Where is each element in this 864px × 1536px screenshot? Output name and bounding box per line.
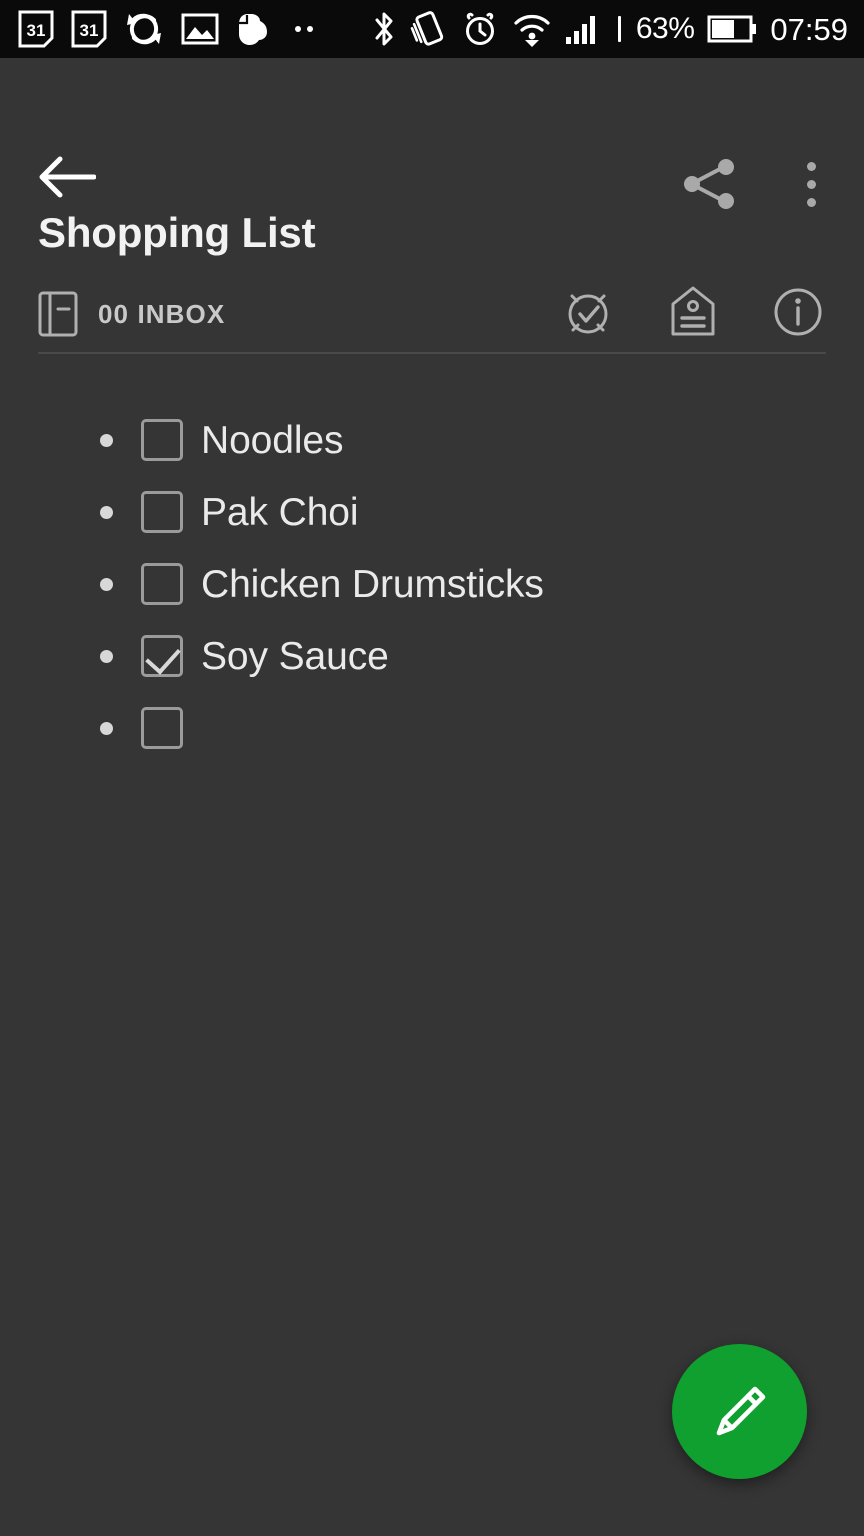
back-button[interactable]	[38, 154, 97, 200]
reminder-icon	[568, 294, 608, 333]
meta-divider	[38, 352, 826, 354]
checklist-item-label: Soy Sauce	[201, 634, 389, 678]
checklist-item-label: Noodles	[201, 418, 344, 462]
tag-icon	[671, 286, 715, 335]
back-arrow-icon	[39, 156, 97, 198]
status-bar: 31 31 63% 07:59	[0, 0, 864, 58]
image-icon	[181, 13, 219, 45]
note-meta-actions	[560, 284, 826, 345]
svg-text:31: 31	[27, 21, 46, 40]
note-checklist: Noodles Pak Choi Chicken Drumsticks Soy …	[0, 404, 864, 764]
checklist-item-label: Pak Choi	[201, 490, 359, 534]
info-icon	[774, 288, 822, 335]
checkbox-empty[interactable]	[141, 707, 183, 749]
bullet-icon	[100, 505, 113, 519]
checkbox-chicken-drumsticks[interactable]	[141, 563, 183, 605]
reminder-button[interactable]	[560, 284, 616, 345]
wifi-icon	[514, 15, 550, 47]
checklist-item-empty[interactable]	[0, 692, 864, 764]
overflow-dot-icon	[806, 179, 816, 189]
vibrate-rotate-icon	[410, 11, 444, 46]
more-notifications-dots-icon	[295, 26, 313, 32]
note-meta-row: 00 INBOX	[38, 283, 826, 345]
edit-note-fab[interactable]	[672, 1344, 807, 1479]
checklist-item[interactable]: Noodles	[0, 404, 864, 476]
alarm-clock-icon	[465, 12, 494, 45]
share-button[interactable]	[679, 153, 741, 215]
bullet-icon	[100, 433, 113, 447]
clock-label: 07:59	[770, 11, 848, 47]
checkbox-pak-choi[interactable]	[141, 491, 183, 533]
checklist-item[interactable]: Soy Sauce	[0, 620, 864, 692]
checkbox-noodles[interactable]	[141, 419, 183, 461]
bullet-icon	[100, 721, 113, 735]
notebook-label: 00 INBOX	[98, 298, 226, 329]
evernote-elephant-icon	[239, 14, 267, 45]
note-title[interactable]: Shopping List	[38, 209, 316, 256]
checklist-item[interactable]: Pak Choi	[0, 476, 864, 548]
notebook-icon	[38, 291, 78, 337]
checkbox-soy-sauce[interactable]	[141, 635, 183, 677]
checklist-item-label: Chicken Drumsticks	[201, 562, 544, 606]
cellular-signal-icon	[565, 16, 595, 44]
battery-icon	[707, 15, 757, 43]
calendar-31-icon: 31	[18, 10, 54, 48]
note-info-button[interactable]	[770, 284, 826, 345]
checklist-item[interactable]: Chicken Drumsticks	[0, 548, 864, 620]
svg-text:31: 31	[80, 21, 99, 40]
overflow-dot-icon	[806, 161, 816, 171]
status-divider	[617, 16, 621, 42]
notebook-selector[interactable]: 00 INBOX	[38, 290, 225, 338]
overflow-dot-icon	[806, 197, 816, 207]
battery-percent-label: 63%	[635, 12, 695, 45]
status-bar-notification-icons: 31 31	[0, 10, 313, 48]
pencil-icon	[716, 1386, 765, 1435]
sync-rotate-icon	[127, 13, 161, 45]
bluetooth-icon	[375, 12, 393, 46]
status-bar-system-icons: 63% 07:59	[371, 10, 864, 48]
share-icon	[684, 159, 734, 209]
calendar-31-icon-2: 31	[71, 10, 107, 48]
tags-button[interactable]	[668, 284, 718, 345]
overflow-menu-button[interactable]	[790, 150, 832, 218]
bullet-icon	[100, 649, 113, 663]
bullet-icon	[100, 577, 113, 591]
app-bar	[0, 58, 864, 209]
